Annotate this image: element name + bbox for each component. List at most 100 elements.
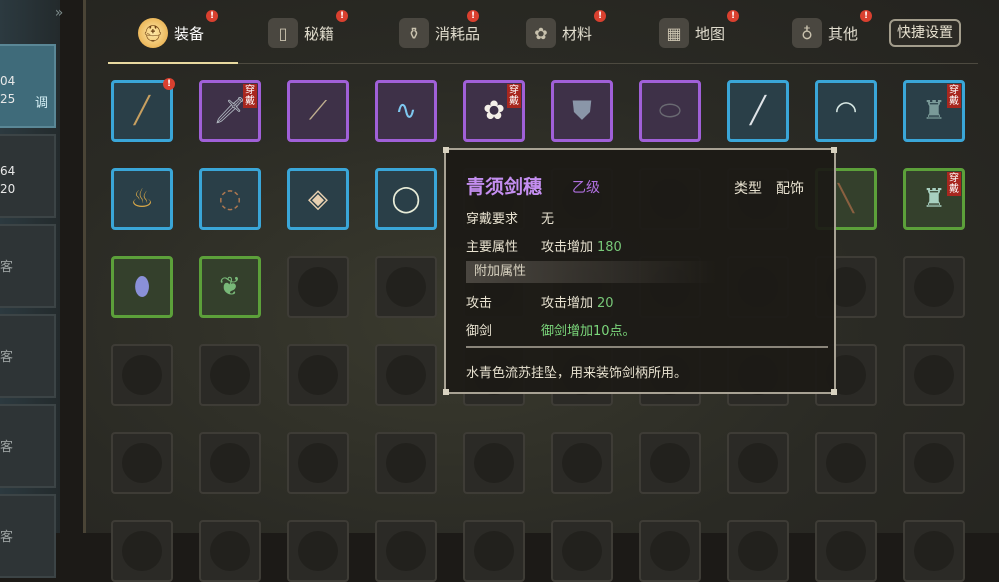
character-label: 客	[0, 530, 14, 545]
category-tabs: ⛑ 装备 ! ▯ 秘籍 ! ⚱ 消耗品 ! ✿ 材料 ! ▦ 地图 ! ♁ 其他…	[86, 0, 999, 64]
inventory-slot[interactable]	[463, 520, 525, 582]
inventory-slot[interactable]: ⬭	[639, 80, 701, 142]
extra-attribute-label: 攻击	[466, 296, 493, 311]
helmet-icon: ⛑	[138, 18, 168, 48]
inventory-slot[interactable]	[287, 520, 349, 582]
tab-label: 材料	[562, 24, 593, 43]
tab-other[interactable]: ♁ 其他 !	[792, 10, 872, 56]
inventory-slot[interactable]	[375, 344, 437, 406]
tab-manuals[interactable]: ▯ 秘籍 !	[268, 10, 348, 56]
inventory-slot[interactable]	[639, 432, 701, 494]
inventory-slot[interactable]	[199, 344, 261, 406]
inventory-slot[interactable]	[287, 432, 349, 494]
inventory-slot[interactable]: ♜ 穿戴	[903, 80, 965, 142]
alert-icon: !	[594, 10, 606, 22]
quick-settings-button[interactable]: 快捷设置	[889, 19, 961, 47]
character-card[interactable]: 客	[0, 224, 56, 308]
tab-map[interactable]: ▦ 地图 !	[659, 10, 739, 56]
mirror-icon: ⬮	[133, 271, 151, 302]
inventory-slot[interactable]: ◯	[375, 168, 437, 230]
inventory-slot[interactable]	[903, 256, 965, 318]
character-stat: 64	[0, 164, 16, 178]
inventory-slot[interactable]	[727, 432, 789, 494]
inventory-slot[interactable]: ♨	[111, 168, 173, 230]
gold-pouch-icon: ♨	[130, 184, 154, 214]
inventory-slot[interactable]	[199, 432, 261, 494]
character-card[interactable]: 客	[0, 314, 56, 398]
tooltip-corner	[443, 147, 449, 153]
inventory-slot[interactable]: ╱	[727, 80, 789, 142]
tab-divider	[108, 63, 978, 64]
inventory-slot[interactable]: ◠	[815, 80, 877, 142]
requirement-value: 无	[541, 212, 555, 227]
character-card[interactable]: 64 20	[0, 134, 56, 218]
inventory-slot[interactable]: ✿ 穿戴	[463, 80, 525, 142]
character-card[interactable]: 客	[0, 404, 56, 488]
extra-attribute-text: 攻击增加	[541, 296, 594, 311]
equipped-badge: 穿戴	[947, 84, 961, 108]
extra-attribute-value: 御剑增加10点。	[541, 324, 636, 339]
inventory-slot[interactable]	[463, 432, 525, 494]
item-name: 青须剑穗	[466, 176, 543, 198]
inventory-slot[interactable]	[903, 520, 965, 582]
item-tooltip: 青须剑穗 乙级 类型 配饰 穿戴要求 无 主要属性 攻击增加 180 附加属性 攻…	[443, 147, 837, 395]
inventory-slot[interactable]	[375, 256, 437, 318]
active-tab-underline	[108, 62, 238, 64]
tab-label: 消耗品	[435, 24, 481, 43]
jade-bracelet-icon: ◯	[391, 184, 421, 214]
character-label: 客	[0, 350, 14, 365]
main-attribute-row: 主要属性 攻击增加 180	[466, 236, 622, 255]
tooltip-corner	[831, 147, 837, 153]
collapse-arrow-icon[interactable]: »	[50, 4, 68, 22]
inventory-slot[interactable]: 🗡 穿戴	[199, 80, 261, 142]
inventory-slot[interactable]	[111, 432, 173, 494]
equipped-badge: 穿戴	[243, 84, 257, 108]
inventory-slot[interactable]	[551, 520, 613, 582]
inventory-slot[interactable]: ⟋	[287, 80, 349, 142]
inventory-slot[interactable]: ⛊	[551, 80, 613, 142]
inventory-slot[interactable]	[727, 520, 789, 582]
tab-equipment[interactable]: ⛑ 装备 !	[138, 10, 218, 56]
character-card[interactable]: 客	[0, 494, 56, 578]
inventory-slot[interactable]	[815, 520, 877, 582]
inventory-slot[interactable]: ◈	[287, 168, 349, 230]
tab-consumables[interactable]: ⚱ 消耗品 !	[399, 10, 480, 56]
tab-label: 装备	[174, 24, 205, 43]
inventory-slot[interactable]: ∿	[375, 80, 437, 142]
leaf-bundle-icon: ❦	[219, 272, 241, 302]
inventory-slot[interactable]	[199, 520, 261, 582]
inventory-slot[interactable]	[375, 520, 437, 582]
inventory-slot[interactable]	[287, 256, 349, 318]
inventory-slot[interactable]	[111, 520, 173, 582]
inventory-slot[interactable]	[903, 432, 965, 494]
inventory-slot[interactable]	[551, 432, 613, 494]
alert-icon: !	[727, 10, 739, 22]
inventory-slot[interactable]	[375, 432, 437, 494]
inventory-slot[interactable]	[287, 344, 349, 406]
tab-materials[interactable]: ✿ 材料 !	[526, 10, 606, 56]
inventory-slot[interactable]: ⬮	[111, 256, 173, 318]
extra-attribute-value: 攻击增加 20	[541, 292, 614, 311]
extra-attribute-row: 御剑 御剑增加10点。	[466, 320, 636, 339]
tab-label: 地图	[695, 24, 726, 43]
inventory-slot[interactable]	[639, 520, 701, 582]
inventory-slot[interactable]: ❦	[199, 256, 261, 318]
inventory-slot[interactable]	[111, 344, 173, 406]
alert-icon: !	[467, 10, 479, 22]
inventory-slot[interactable]: ╱!	[111, 78, 175, 142]
item-description: 水青色流苏挂坠，用来装饰剑柄所用。	[466, 366, 688, 381]
character-label: 客	[0, 440, 14, 455]
prayer-beads-icon: ◌	[218, 184, 242, 214]
inventory-slot[interactable]	[815, 432, 877, 494]
character-card[interactable]: 04 25 调	[0, 44, 56, 128]
inventory-slot[interactable]: ♜ 穿戴	[903, 168, 965, 230]
inventory-slot[interactable]: ◌	[199, 168, 261, 230]
inventory-panel: ⛑ 装备 ! ▯ 秘籍 ! ⚱ 消耗品 ! ✿ 材料 ! ▦ 地图 ! ♁ 其他…	[83, 0, 999, 582]
misc-icon: ♁	[792, 18, 822, 48]
tab-label: 其他	[828, 24, 859, 43]
tooltip-corner	[443, 389, 449, 395]
inventory-slot[interactable]	[903, 344, 965, 406]
potion-icon: ⚱	[399, 18, 429, 48]
equipped-badge: 穿戴	[947, 172, 961, 196]
item-type-value: 配饰	[776, 181, 804, 197]
